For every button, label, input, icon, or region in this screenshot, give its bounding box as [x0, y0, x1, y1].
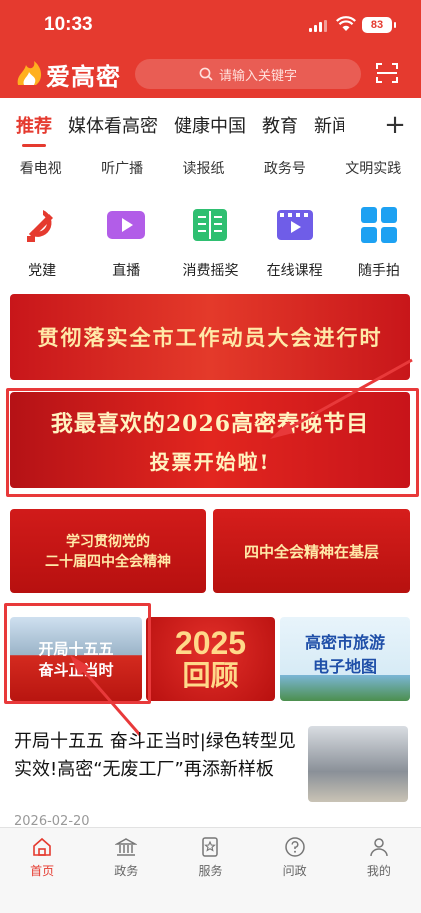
annotation-box-fiveyear — [4, 603, 151, 704]
subnav-civilization[interactable]: 文明实践 — [345, 158, 401, 186]
live-icon — [107, 211, 146, 239]
snap-icon — [360, 207, 397, 243]
banner-tourism-line1: 高密市旅游 — [304, 633, 385, 652]
flame-logo-icon — [17, 61, 42, 85]
banner-grassroots-text: 四中全会精神在基层 — [243, 542, 379, 561]
service-icon — [202, 837, 219, 857]
quick-course-label: 在线课程 — [266, 263, 323, 279]
status-bar: 10:33 83 — [0, 0, 421, 50]
app-logo[interactable]: 爱高密 — [14, 58, 121, 91]
quick-lottery[interactable]: 消费摇奖 — [175, 200, 245, 280]
quick-live[interactable]: 直播 — [91, 200, 161, 280]
tab-health[interactable]: 健康中国 — [174, 112, 246, 138]
annotation-box-gala — [6, 388, 419, 497]
banner-2025-review[interactable]: 2025 回顾 — [146, 617, 275, 701]
tab-media[interactable]: 媒体看高密 — [68, 112, 158, 138]
quick-party[interactable]: 党建 — [7, 200, 77, 280]
subnav-tv[interactable]: 看电视 — [20, 158, 62, 186]
quick-lottery-label: 消费摇奖 — [182, 263, 239, 279]
government-icon — [115, 838, 138, 856]
news-thumbnail — [308, 726, 408, 802]
scan-icon[interactable] — [376, 62, 398, 84]
banner-study-line1: 学习贯彻党的 — [66, 534, 150, 550]
quick-icons: 党建 直播 消费摇奖 在线课程 随手拍 — [0, 200, 421, 280]
wifi-icon — [336, 16, 356, 31]
nav-home-label: 首页 — [30, 864, 55, 878]
nav-government-label: 政务 — [114, 864, 139, 878]
quick-snap-label: 随手拍 — [357, 263, 400, 279]
subnav-newspaper[interactable]: 读报纸 — [182, 158, 224, 186]
news-item[interactable]: 开局十五五 奋斗正当时|绿色转型见实效!高密“无废工厂”再添新样板 2026-0… — [0, 718, 421, 829]
search-placeholder: 请输入关键字 — [218, 68, 297, 84]
nav-profile-label: 我的 — [366, 864, 391, 878]
sub-nav: 看电视 听广播 读报纸 政务号 文明实践 — [0, 158, 421, 186]
channel-tabs: 推荐 媒体看高密 健康中国 教育 新闻 — [0, 98, 421, 152]
quick-course[interactable]: 在线课程 — [260, 200, 330, 280]
nav-home[interactable]: 首页 — [12, 836, 72, 913]
nav-question-label: 问政 — [282, 864, 307, 878]
banner-mobilization[interactable]: 贯彻落实全市工作动员大会进行时 — [10, 294, 410, 380]
tab-news[interactable]: 新闻 — [314, 112, 344, 138]
nav-question[interactable]: 问政 — [265, 836, 325, 913]
nav-government[interactable]: 政务 — [96, 836, 156, 913]
banner-study-plenum[interactable]: 学习贯彻党的 二十届四中全会精神 — [10, 509, 206, 593]
quick-live-label: 直播 — [112, 263, 141, 279]
lottery-icon — [193, 209, 228, 241]
status-time: 10:33 — [44, 14, 93, 35]
city-illustration — [280, 675, 410, 701]
search-icon — [199, 67, 213, 81]
banner-tourism-line2: 电子地图 — [312, 657, 377, 676]
add-channel-icon[interactable]: + — [381, 110, 409, 140]
battery-icon: 83 — [362, 17, 396, 33]
quick-snap[interactable]: 随手拍 — [344, 200, 414, 280]
banner-review-year: 2025 — [174, 625, 247, 661]
news-title: 开局十五五 奋斗正当时|绿色转型见实效!高密“无废工厂”再添新样板 — [14, 731, 296, 780]
signal-icon — [309, 20, 327, 32]
home-icon — [33, 837, 51, 856]
subnav-gov-account[interactable]: 政务号 — [264, 158, 306, 186]
banner-review-text: 回顾 — [182, 659, 239, 692]
banner-mobilization-text: 贯彻落实全市工作动员大会进行时 — [37, 325, 383, 350]
nav-profile[interactable]: 我的 — [349, 836, 409, 913]
search-input[interactable]: 请输入关键字 — [135, 59, 361, 89]
course-icon — [276, 210, 313, 240]
subnav-radio[interactable]: 听广播 — [101, 158, 143, 186]
tab-recommend[interactable]: 推荐 — [16, 112, 52, 147]
nav-service[interactable]: 服务 — [180, 836, 240, 913]
quick-party-label: 党建 — [28, 263, 57, 279]
banner-study-line2: 二十届四中全会精神 — [45, 554, 171, 570]
question-icon — [284, 837, 305, 857]
party-icon — [27, 210, 54, 242]
tab-education[interactable]: 教育 — [262, 112, 298, 138]
profile-icon — [370, 838, 388, 857]
banner-tourism-map[interactable]: 高密市旅游 电子地图 — [280, 617, 410, 701]
app-logo-text: 爱高密 — [46, 62, 121, 91]
nav-service-label: 服务 — [198, 864, 223, 878]
top-bar: 10:33 83 爱高密 请输入关键字 — [0, 0, 421, 98]
banner-plenum-grassroots[interactable]: 四中全会精神在基层 — [213, 509, 410, 593]
bottom-nav: 首页 政务 服务 问政 我的 — [0, 827, 421, 913]
